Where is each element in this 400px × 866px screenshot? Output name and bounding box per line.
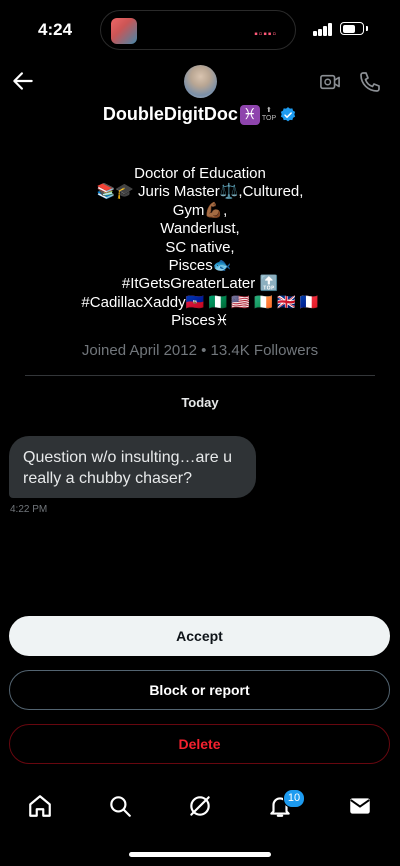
avatar[interactable] <box>184 65 217 98</box>
status-bar: 4:24 ▪▫▪▪▫ <box>0 0 400 60</box>
home-indicator[interactable] <box>129 852 271 857</box>
bio-line: SC native, <box>165 238 235 256</box>
grok-icon[interactable] <box>187 793 213 819</box>
battery-icon <box>340 22 364 35</box>
bio-hashtag-line[interactable]: #ItGetsGreaterLater 🔝 <box>0 275 400 293</box>
block-or-report-button[interactable]: Block or report <box>9 670 390 710</box>
audio-wave-icon: ▪▫▪▪▫ <box>254 29 277 40</box>
notification-count-badge: 10 <box>283 789 305 808</box>
phone-call-icon[interactable] <box>358 70 382 94</box>
bio-line: Doctor of Education <box>134 165 266 182</box>
verified-icon <box>281 106 296 121</box>
status-time: 4:24 <box>38 20 73 39</box>
joined-followers-info: Joined April 2012 • 13.4K Followers <box>81 342 319 359</box>
bio-line: Pisces🐟 <box>168 257 232 275</box>
date-separator: Today <box>181 395 219 410</box>
accept-button[interactable]: Accept <box>9 616 390 656</box>
delete-button[interactable]: Delete <box>9 724 390 764</box>
home-icon[interactable] <box>27 793 53 819</box>
profile-bio: Doctor of Education 📚🎓 Juris Master⚖️,Cu… <box>0 165 400 331</box>
video-call-icon[interactable] <box>319 72 341 92</box>
search-icon[interactable] <box>107 793 133 819</box>
top-icon: ⬆ TOP <box>261 106 277 122</box>
back-arrow-icon[interactable] <box>10 68 36 94</box>
display-name[interactable]: DoubleDigitDoc <box>103 104 238 124</box>
bio-line: Pisces♓ <box>171 312 229 330</box>
messages-icon[interactable] <box>347 793 373 819</box>
bio-line: Gym💪🏾, <box>172 201 228 219</box>
top-icon-label: TOP <box>261 114 277 122</box>
profile-name-row: DoubleDigitDoc ♓ ⬆ TOP <box>0 104 400 125</box>
divider <box>25 375 375 376</box>
bio-line: 📚🎓 Juris Master⚖️,Cultured, <box>96 183 304 201</box>
battery-tip <box>366 26 368 31</box>
message-bubble[interactable]: Question w/o insulting…are u really a ch… <box>9 436 256 498</box>
cellular-signal-icon <box>313 23 333 36</box>
message-timestamp: 4:22 PM <box>10 504 48 515</box>
dynamic-island[interactable]: ▪▫▪▪▫ <box>100 10 296 50</box>
now-playing-thumbnail <box>111 18 137 44</box>
bio-hashtag-line[interactable]: #CadillacXaddy🇭🇹 🇳🇬 🇺🇸 🇮🇪 🇬🇧 🇫🇷 <box>0 294 400 312</box>
pisces-emoji: ♓ <box>239 104 260 125</box>
bio-line: Wanderlust, <box>160 220 240 238</box>
